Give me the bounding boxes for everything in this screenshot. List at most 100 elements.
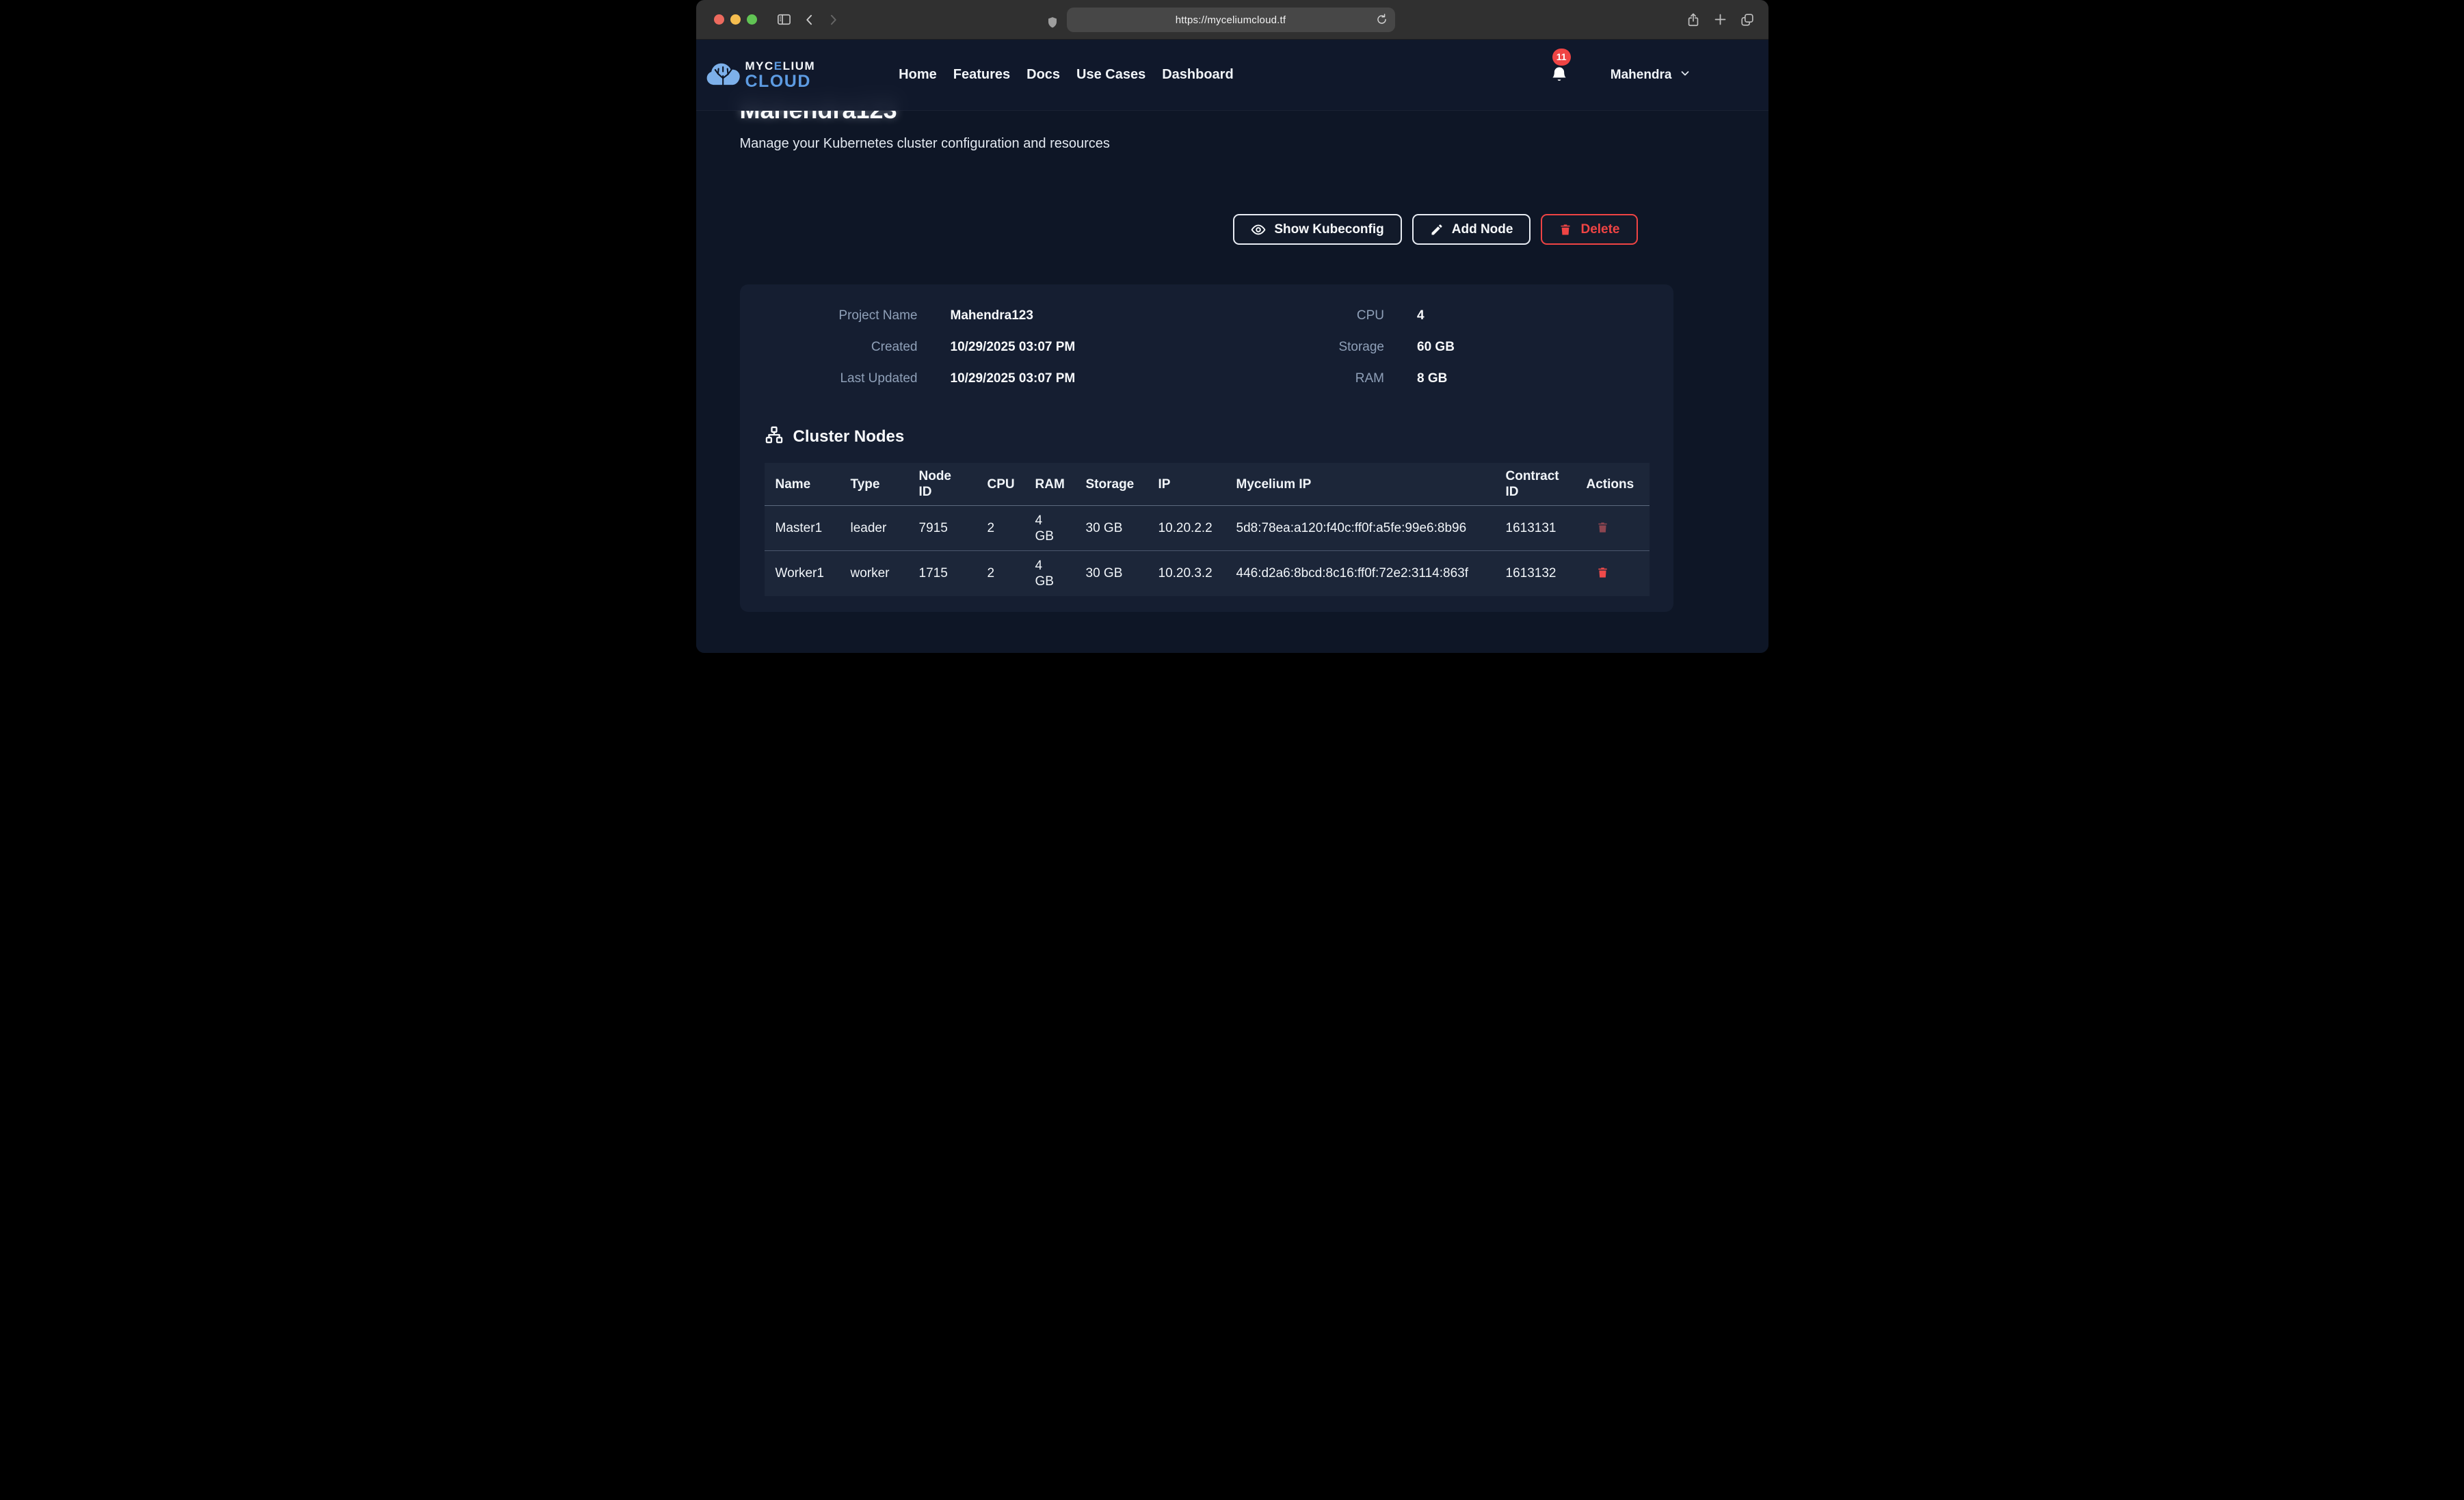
table-row: Master1 leader 7915 2 4 GB 30 GB 10.20.2… [765,506,1650,551]
cell-type: worker [840,551,908,596]
address-bar[interactable]: https://myceliumcloud.tf [1067,8,1395,32]
col-header-storage: Storage [1075,463,1148,506]
info-label: RAM [1206,371,1384,387]
cluster-actions-row: Show Kubeconfig Add Node [740,214,1673,245]
trash-icon [1596,566,1609,581]
cluster-info-grid: Project Name Mahendra123 Created 10/29/2… [765,308,1649,387]
info-label: Created [765,339,918,356]
info-row-cpu: CPU 4 [1206,308,1649,324]
screen: https://myceliumcloud.tf [696,0,1768,653]
cell-ram: 4 GB [1024,506,1075,551]
show-kubeconfig-button[interactable]: Show Kubeconfig [1233,214,1401,245]
info-row-last-updated: Last Updated 10/29/2025 03:07 PM [765,371,1207,387]
page-subtitle: Manage your Kubernetes cluster configura… [740,134,1673,153]
delete-cluster-button[interactable]: Delete [1541,214,1637,245]
fullscreen-window-button[interactable] [747,14,757,25]
minimize-window-button[interactable] [730,14,741,25]
info-row-storage: Storage 60 GB [1206,339,1649,356]
cell-cpu: 2 [977,506,1024,551]
col-header-ram: RAM [1024,463,1075,506]
info-row-project-name: Project Name Mahendra123 [765,308,1207,324]
trash-icon [1596,521,1609,536]
cell-name: Master1 [765,506,840,551]
brand-logo[interactable]: MYCELIUM CLOUD [706,59,816,91]
back-icon[interactable] [803,13,817,27]
table-row: Worker1 worker 1715 2 4 GB 30 GB 10.20.3… [765,551,1650,596]
nav-link-use-cases[interactable]: Use Cases [1076,67,1145,83]
sidebar-toggle-icon[interactable] [776,12,792,27]
share-icon[interactable] [1686,12,1701,27]
cell-node-id: 1715 [908,551,977,596]
cluster-nodes-header: Cluster Nodes [765,425,1649,448]
nav-link-dashboard[interactable]: Dashboard [1162,67,1233,83]
info-value: Mahendra123 [951,308,1033,324]
eye-icon [1251,222,1266,237]
network-nodes-icon [765,425,784,448]
window-controls [714,14,757,25]
add-node-button[interactable]: Add Node [1412,214,1531,245]
info-value: 8 GB [1417,371,1447,387]
address-bar-url: https://myceliumcloud.tf [1176,14,1286,26]
reload-icon[interactable] [1375,13,1388,26]
info-label: Storage [1206,339,1384,356]
nav-links: Home Features Docs Use Cases Dashboard [899,67,1234,83]
info-value: 4 [1417,308,1425,324]
col-header-mycelium-ip: Mycelium IP [1226,463,1495,506]
site-navbar: MYCELIUM CLOUD Home Features Docs Use Ca… [696,40,1768,111]
nav-link-docs[interactable]: Docs [1026,67,1060,83]
cluster-nodes-table: Name Type Node ID CPU RAM Storage IP Myc… [765,463,1650,596]
cell-ip: 10.20.3.2 [1148,551,1226,596]
info-row-created: Created 10/29/2025 03:07 PM [765,339,1207,356]
cell-name: Worker1 [765,551,840,596]
user-menu[interactable]: Mahendra [1611,67,1691,83]
navbar-right: 11 Mahendra [1550,65,1691,85]
page-content: Mahendra123 Manage your Kubernetes clust… [696,111,1768,653]
brand-line-mycelium: MYCELIUM [745,60,816,72]
table-header-row: Name Type Node ID CPU RAM Storage IP Myc… [765,463,1650,506]
info-label: Project Name [765,308,918,324]
pencil-icon [1430,223,1444,237]
info-value: 60 GB [1417,339,1455,356]
forward-icon[interactable] [826,13,840,27]
cell-type: leader [840,506,908,551]
cluster-nodes-title: Cluster Nodes [793,427,905,446]
delete-node-button[interactable] [1596,521,1609,536]
close-window-button[interactable] [714,14,724,25]
col-header-name: Name [765,463,840,506]
tab-overview-icon[interactable] [1740,12,1755,27]
col-header-contract-id: Contract ID [1495,463,1576,506]
chevron-down-icon [1679,67,1691,83]
cell-contract-id: 1613131 [1495,506,1576,551]
brand-line-cloud: CLOUD [745,73,816,90]
browser-window: https://myceliumcloud.tf [696,0,1768,653]
notification-count-badge: 11 [1552,49,1571,66]
cell-contract-id: 1613132 [1495,551,1576,596]
cell-ram: 4 GB [1024,551,1075,596]
info-value: 10/29/2025 03:07 PM [951,371,1076,387]
nav-link-features[interactable]: Features [953,67,1010,83]
cell-storage: 30 GB [1075,506,1148,551]
col-header-cpu: CPU [977,463,1024,506]
brand-wordmark: MYCELIUM CLOUD [745,60,816,90]
cell-node-id: 7915 [908,506,977,551]
info-label: CPU [1206,308,1384,324]
page-title: Mahendra123 [740,111,1673,126]
col-header-ip: IP [1148,463,1226,506]
cell-mycelium-ip: 5d8:78ea:a120:f40c:ff0f:a5fe:99e6:8b96 [1226,506,1495,551]
mycelium-cloud-logo-icon [706,59,741,91]
notifications-bell-icon[interactable]: 11 [1550,65,1568,85]
col-header-actions: Actions [1576,463,1650,506]
new-tab-plus-icon[interactable] [1713,12,1727,27]
cell-cpu: 2 [977,551,1024,596]
col-header-type: Type [840,463,908,506]
privacy-shield-icon [1046,15,1059,30]
col-header-node-id: Node ID [908,463,977,506]
nav-link-home[interactable]: Home [899,67,937,83]
delete-node-button[interactable] [1596,566,1609,581]
trash-icon [1559,223,1572,237]
browser-toolbar: https://myceliumcloud.tf [696,0,1768,40]
cell-storage: 30 GB [1075,551,1148,596]
info-label: Last Updated [765,371,918,387]
info-row-ram: RAM 8 GB [1206,371,1649,387]
user-name: Mahendra [1611,68,1672,83]
